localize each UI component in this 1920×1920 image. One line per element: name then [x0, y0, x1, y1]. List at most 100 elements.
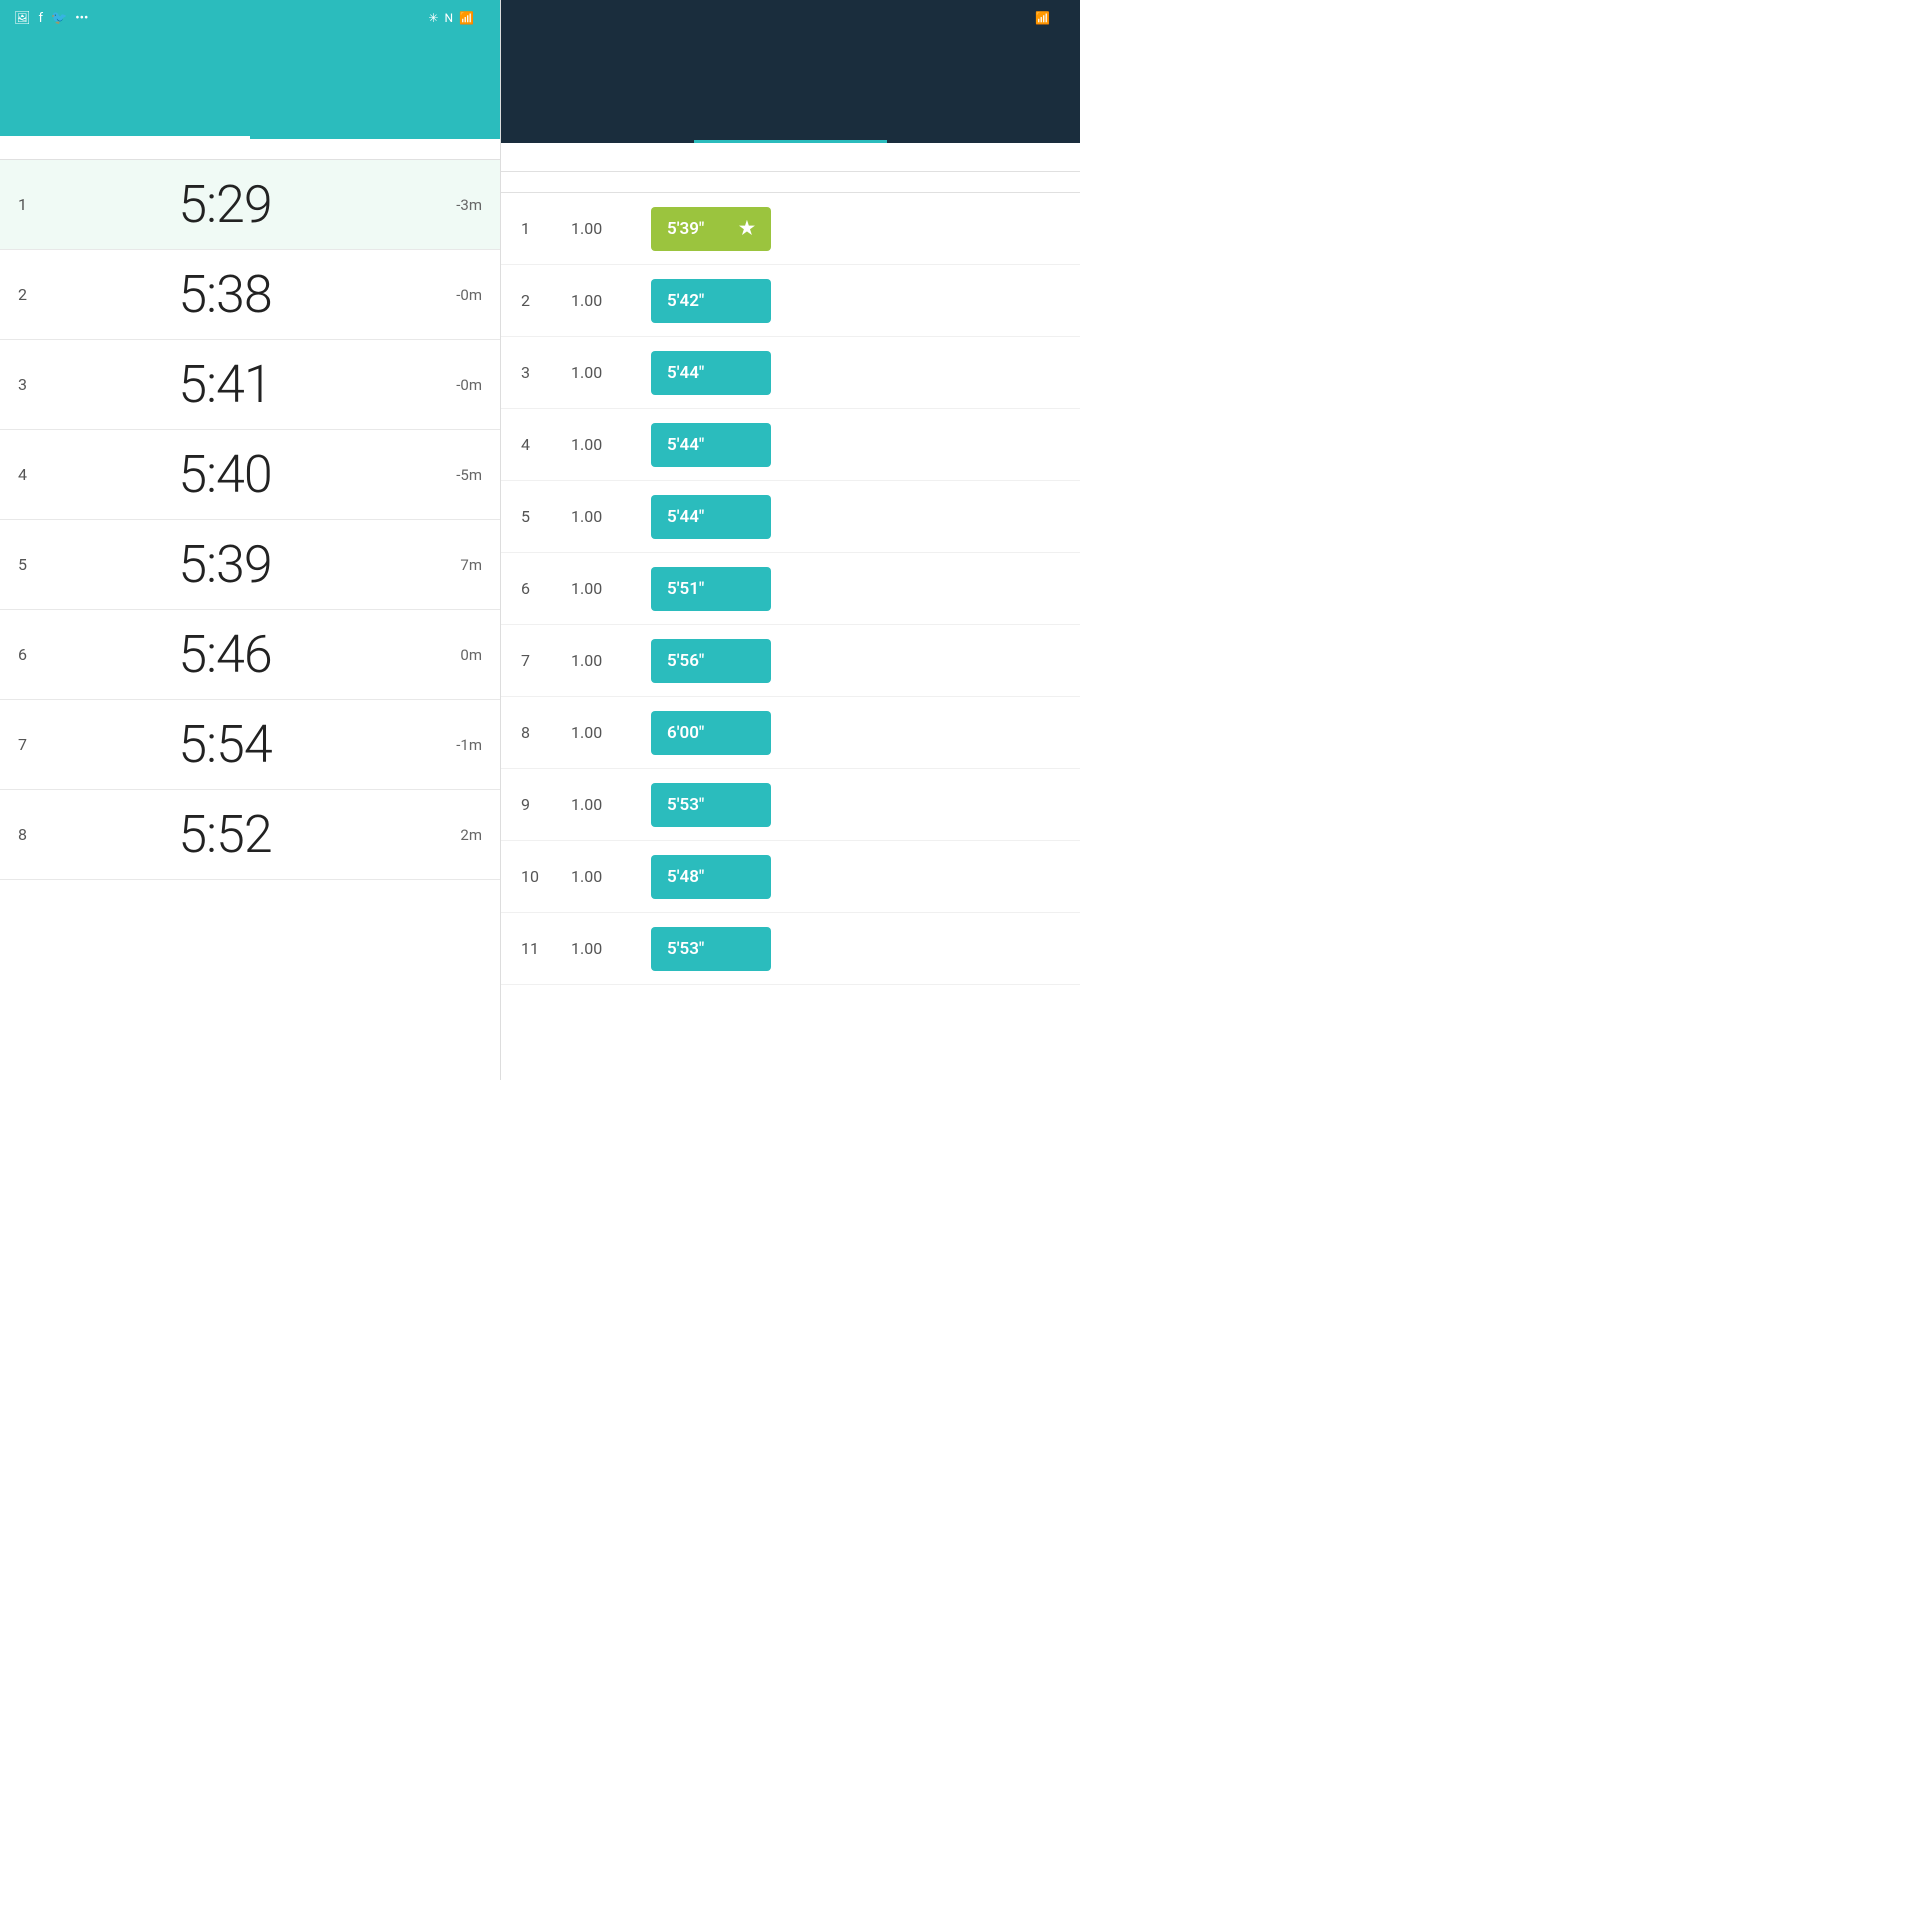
splits-list: 1 5:29 -3m 2 5:38 -0m 3 5:41 -0m 4 5:40 … — [0, 160, 500, 1080]
split-elev-2: -0m — [392, 286, 482, 304]
cue-pace-value-10: 5'48" — [667, 867, 704, 887]
split-elev-4: -5m — [392, 466, 482, 484]
cue-kms-5: 1.00 — [571, 507, 651, 526]
cue-kms-8: 1.00 — [571, 723, 651, 742]
split-row-5: 5 5:39 7m — [0, 520, 500, 610]
cue-pace-bar-4: 5'44" — [651, 423, 771, 467]
status-bar-right: 📶 — [501, 0, 1080, 36]
split-row-4: 4 5:40 -5m — [0, 430, 500, 520]
star-icon: ★ — [739, 218, 755, 239]
split-pace-4: 5:40 — [58, 444, 392, 505]
cue-kms-7: 1.00 — [571, 651, 651, 670]
cue-num-5: 5 — [521, 507, 571, 526]
cue-kms-10: 1.00 — [571, 867, 651, 886]
cue-pace-bar-2: 5'42" — [651, 279, 771, 323]
facebook-icon: f — [39, 11, 44, 26]
cue-row-11: 11 1.00 5'53" — [501, 913, 1080, 985]
cue-num-10: 10 — [521, 867, 571, 886]
cue-num-1: 1 — [521, 219, 571, 238]
cue-kms-2: 1.00 — [571, 291, 651, 310]
tab-splits[interactable] — [694, 108, 887, 143]
cue-pace-bar-5: 5'44" — [651, 495, 771, 539]
tab-kilometers[interactable] — [0, 108, 250, 139]
split-row-2: 2 5:38 -0m — [0, 250, 500, 340]
cue-num-4: 4 — [521, 435, 571, 454]
twitter-icon: 🐦 — [51, 11, 67, 26]
split-row-7: 7 5:54 -1m — [0, 700, 500, 790]
wifi-icon: 📶 — [459, 11, 474, 25]
split-pace-1: 5:29 — [58, 174, 392, 235]
tabs-right — [501, 108, 1080, 143]
split-pace-7: 5:54 — [58, 714, 392, 775]
nfc-icon: N — [444, 11, 453, 25]
cue-pace-bar-10: 5'48" — [651, 855, 771, 899]
split-row-6: 6 5:46 0m — [0, 610, 500, 700]
left-panel: 🖼 f 🐦 ••• ✳ N 📶 1 — [0, 0, 500, 1080]
split-elev-7: -1m — [392, 736, 482, 754]
cue-pace-value-6: 5'51" — [667, 579, 704, 599]
cue-pace-bar-6: 5'51" — [651, 567, 771, 611]
split-row-8: 8 5:52 2m — [0, 790, 500, 880]
cue-num-3: 3 — [521, 363, 571, 382]
cue-row-1: 1 1.00 5'39" ★ — [501, 193, 1080, 265]
cue-kms-9: 1.00 — [571, 795, 651, 814]
tab-heart-rate[interactable] — [887, 108, 1080, 143]
cue-pace-bar-1: 5'39" ★ — [651, 207, 771, 251]
distance-cue-header — [501, 143, 1080, 172]
cue-pace-bar-8: 6'00" — [651, 711, 771, 755]
left-header — [0, 36, 500, 108]
cue-num-2: 2 — [521, 291, 571, 310]
cue-kms-6: 1.00 — [571, 579, 651, 598]
cue-row-8: 8 1.00 6'00" — [501, 697, 1080, 769]
cue-num-7: 7 — [521, 651, 571, 670]
cue-pace-bar-9: 5'53" — [651, 783, 771, 827]
split-pace-2: 5:38 — [58, 264, 392, 325]
cue-column-headers — [501, 172, 1080, 193]
cue-pace-value-8: 6'00" — [667, 723, 704, 743]
cue-row-10: 10 1.00 5'48" — [501, 841, 1080, 913]
split-num-3: 3 — [18, 375, 58, 394]
tabs-left — [0, 108, 500, 139]
column-headers-left — [0, 139, 500, 160]
cue-pace-value-3: 5'44" — [667, 363, 704, 383]
split-pace-5: 5:39 — [58, 534, 392, 595]
split-num-8: 8 — [18, 825, 58, 844]
cue-pace-value-9: 5'53" — [667, 795, 704, 815]
split-elev-8: 2m — [392, 826, 482, 844]
status-bar-left: 🖼 f 🐦 ••• ✳ N 📶 — [0, 0, 500, 36]
cue-num-9: 9 — [521, 795, 571, 814]
split-row-1: 1 5:29 -3m — [0, 160, 500, 250]
cue-num-6: 6 — [521, 579, 571, 598]
status-icons-left: 🖼 f 🐦 ••• — [14, 11, 88, 26]
cue-pace-bar-3: 5'44" — [651, 351, 771, 395]
split-elev-1: -3m — [392, 196, 482, 214]
cue-row-3: 3 1.00 5'44" — [501, 337, 1080, 409]
split-num-5: 5 — [18, 555, 58, 574]
cue-pace-value-2: 5'42" — [667, 291, 704, 311]
cue-kms-4: 1.00 — [571, 435, 651, 454]
split-num-4: 4 — [18, 465, 58, 484]
split-elev-5: 7m — [392, 556, 482, 574]
cue-pace-bar-11: 5'53" — [651, 927, 771, 971]
split-pace-8: 5:52 — [58, 804, 392, 865]
cue-row-2: 2 1.00 5'42" — [501, 265, 1080, 337]
cue-kms-11: 1.00 — [571, 939, 651, 958]
right-panel: 📶 1 1.00 — [500, 0, 1080, 1080]
cue-list: 1 1.00 5'39" ★ 2 1.00 5'42" 3 1.00 5'44"… — [501, 193, 1080, 1080]
cue-row-6: 6 1.00 5'51" — [501, 553, 1080, 625]
cue-row-7: 7 1.00 5'56" — [501, 625, 1080, 697]
signal-icon-right: 📶 — [1035, 11, 1050, 25]
cue-pace-value-1: 5'39" — [667, 219, 704, 239]
tab-map[interactable] — [501, 108, 694, 143]
cue-row-9: 9 1.00 5'53" — [501, 769, 1080, 841]
split-num-1: 1 — [18, 195, 58, 214]
split-pace-3: 5:41 — [58, 354, 392, 415]
bluetooth-icon: ✳ — [428, 11, 438, 25]
cue-kms-3: 1.00 — [571, 363, 651, 382]
tab-workout-intervals[interactable] — [250, 108, 500, 139]
cue-pace-bar-7: 5'56" — [651, 639, 771, 683]
cue-num-8: 8 — [521, 723, 571, 742]
right-header — [501, 36, 1080, 108]
cue-row-5: 5 1.00 5'44" — [501, 481, 1080, 553]
cue-pace-value-4: 5'44" — [667, 435, 704, 455]
